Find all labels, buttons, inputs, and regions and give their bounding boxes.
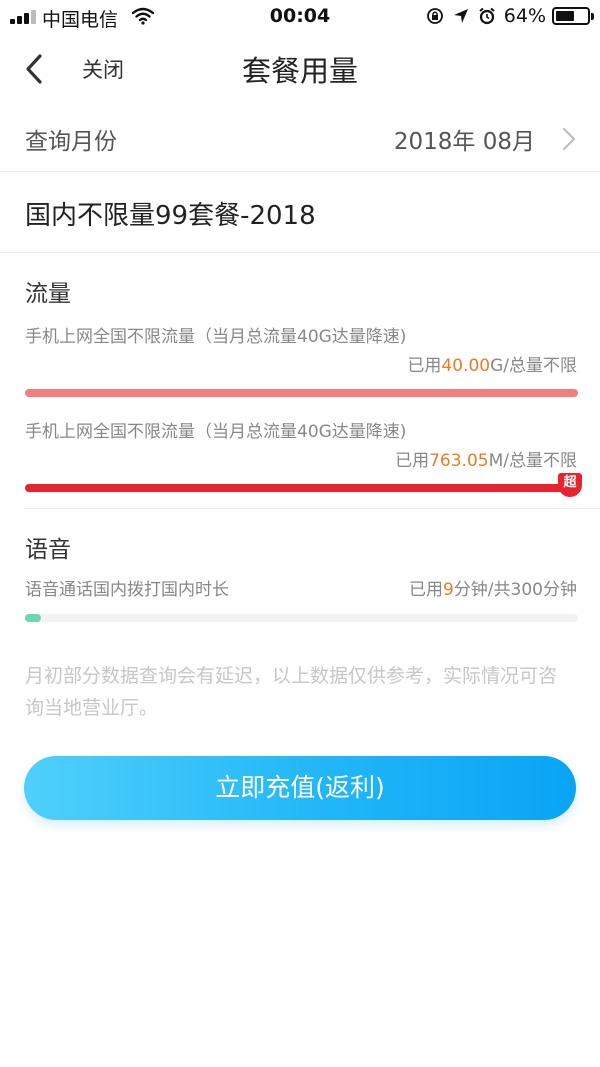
over-limit-badge: 超 <box>558 473 582 497</box>
voice-item-desc: 语音通话国内拨打国内时长 <box>25 580 229 600</box>
nav-bar: 关闭 套餐用量 <box>0 34 600 104</box>
data-item-2-progress-bar <box>25 484 578 492</box>
data-item-1-desc: 手机上网全国不限流量（当月总流量40G达量降速) <box>25 327 407 347</box>
chevron-right-icon <box>563 128 575 150</box>
battery-icon <box>552 7 594 25</box>
data-section-title: 流量 <box>25 281 71 307</box>
voice-item-usage: 已用9分钟/共300分钟 <box>408 580 577 600</box>
battery-percent: 64% <box>503 5 546 27</box>
month-selector[interactable]: 查询月份 2018年 08月 <box>0 104 600 172</box>
plan-row: 国内不限量99套餐-2018 <box>0 173 600 253</box>
location-arrow-icon <box>453 9 468 23</box>
alarm-icon <box>479 7 495 25</box>
voice-section-title: 语音 <box>25 537 71 563</box>
disclaimer-note: 月初部分数据查询会有延迟，以上数据仅供参考，实际情况可咨询当地营业厅。 <box>25 665 558 719</box>
section-divider <box>25 508 600 509</box>
data-item-1-progress-fill <box>25 389 578 397</box>
plan-name: 国内不限量99套餐-2018 <box>25 201 316 231</box>
voice-item-progress-bar <box>25 614 578 622</box>
data-item-1-progress-bar <box>25 389 578 397</box>
page-title: 套餐用量 <box>241 54 358 88</box>
voice-item-progress-fill <box>25 614 41 622</box>
status-right: 64% <box>418 5 594 27</box>
data-item-2-usage: 已用763.05M/总量不限 <box>395 451 577 471</box>
data-item-1-usage: 已用40.00G/总量不限 <box>407 356 577 376</box>
month-value: 2018年 08月 <box>393 129 535 155</box>
data-item-2-desc: 手机上网全国不限流量（当月总流量40G达量降速) <box>25 422 407 442</box>
month-label: 查询月份 <box>25 129 117 155</box>
orientation-lock-icon <box>426 8 443 24</box>
data-item-2-progress-fill <box>25 484 578 492</box>
status-bar: 中国电信 00:04 64% <box>0 0 600 34</box>
recharge-button[interactable]: 立即充值(返利) <box>24 756 576 820</box>
